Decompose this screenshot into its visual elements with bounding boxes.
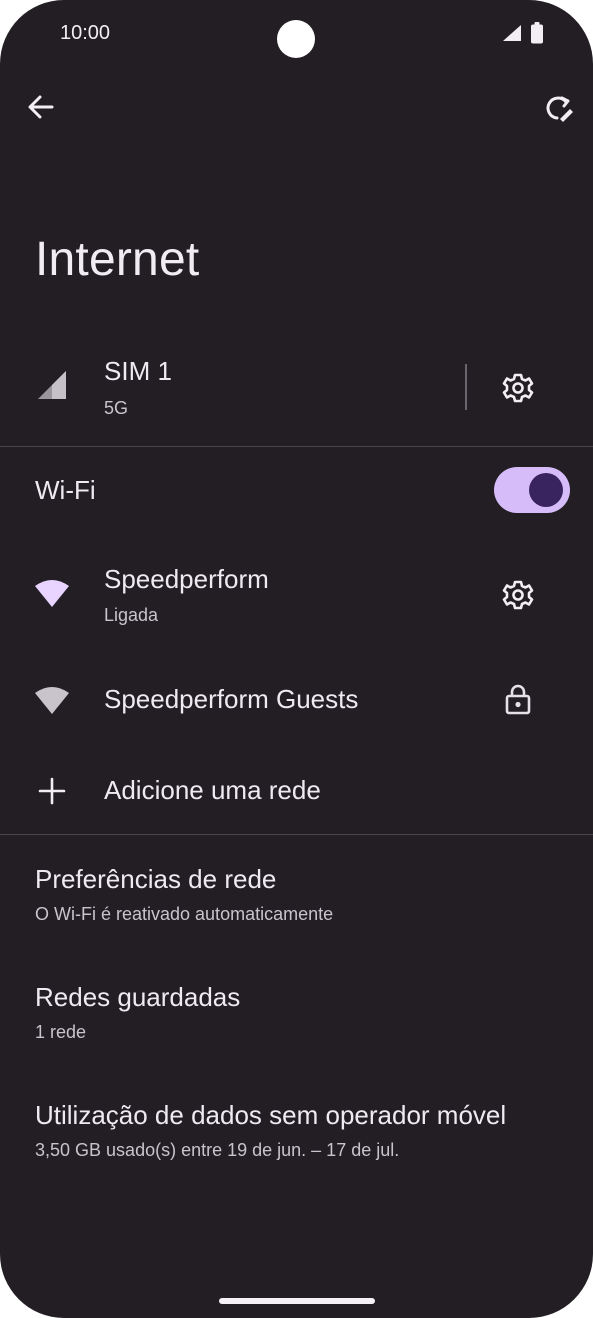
gear-icon xyxy=(502,373,534,403)
sim-network-type: 5G xyxy=(104,398,129,418)
cellular-signal-icon xyxy=(37,370,67,400)
add-network-button[interactable]: Adicione uma rede xyxy=(0,755,593,825)
item-subtitle: O Wi-Fi é reativado automaticamente xyxy=(35,904,334,924)
item-title: Preferências de rede xyxy=(35,864,277,894)
network-name: Speedperform Guests xyxy=(104,684,359,714)
item-subtitle: 1 rede xyxy=(35,1022,87,1042)
lock-icon xyxy=(505,683,531,715)
sim-name: SIM 1 xyxy=(104,356,172,386)
network-row-speedperform[interactable]: Speedperform Ligada xyxy=(0,548,470,638)
network-status: Ligada xyxy=(104,605,159,625)
page-title: Internet xyxy=(35,233,200,286)
wifi-toggle-knob xyxy=(529,473,563,507)
plus-icon xyxy=(38,777,66,805)
back-button[interactable] xyxy=(24,90,58,124)
wifi-label: Wi-Fi xyxy=(35,475,96,505)
saved-networks-item[interactable]: Redes guardadas 1 rede xyxy=(0,968,593,1058)
battery-icon xyxy=(531,22,543,44)
sim-settings-button[interactable] xyxy=(501,371,535,405)
gear-icon xyxy=(502,580,534,610)
add-network-label: Adicione uma rede xyxy=(104,775,321,805)
network-name: Speedperform xyxy=(104,564,269,594)
non-carrier-data-usage-item[interactable]: Utilização de dados sem operador móvel 3… xyxy=(0,1086,593,1176)
network-preferences-item[interactable]: Preferências de rede O Wi-Fi é reativado… xyxy=(0,850,593,940)
gesture-navigation-bar[interactable] xyxy=(219,1298,375,1304)
reset-network-icon xyxy=(546,96,573,122)
item-title: Utilização de dados sem operador móvel xyxy=(35,1100,507,1130)
reset-network-button[interactable] xyxy=(542,92,576,126)
cell-signal-status-icon xyxy=(502,24,522,42)
phone-screen: 10:00 Internet SIM 1 5G Wi-Fi Speedperfo… xyxy=(0,0,593,1318)
vertical-divider xyxy=(465,364,467,410)
item-title: Redes guardadas xyxy=(35,982,241,1012)
network-row-speedperform-guests[interactable]: Speedperform Guests xyxy=(0,660,593,740)
wifi-icon xyxy=(34,578,70,608)
wifi-toggle[interactable] xyxy=(494,467,570,513)
section-divider xyxy=(0,446,593,447)
network-settings-button[interactable] xyxy=(501,578,535,612)
arrow-left-icon xyxy=(28,95,54,119)
status-time: 10:00 xyxy=(60,22,111,44)
sim-row[interactable]: SIM 1 5G xyxy=(0,340,460,440)
item-subtitle: 3,50 GB usado(s) entre 19 de jun. – 17 d… xyxy=(35,1140,400,1160)
camera-cutout xyxy=(277,20,315,58)
section-divider xyxy=(0,834,593,835)
wifi-icon xyxy=(34,685,70,715)
